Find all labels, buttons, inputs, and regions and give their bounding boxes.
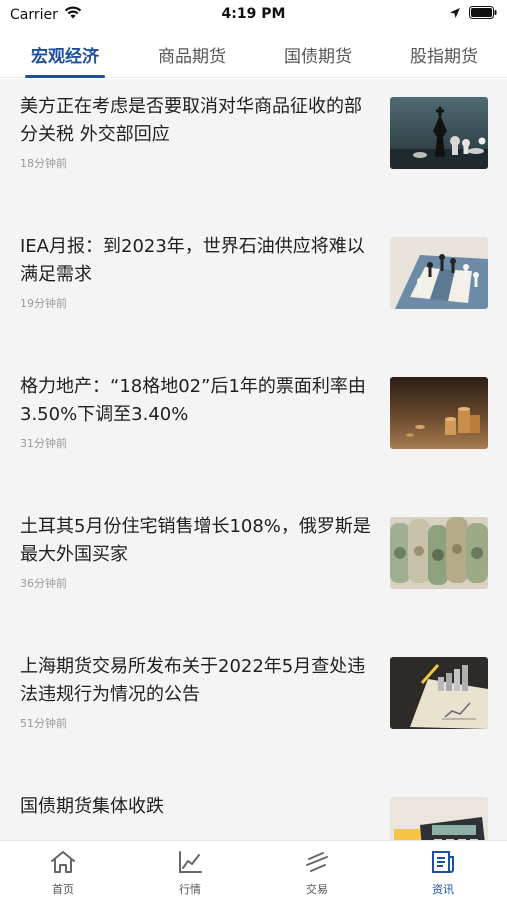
home-icon — [0, 847, 126, 877]
status-bar: Carrier 4:19 PM — [0, 0, 507, 28]
chess-king-pieces-image — [390, 97, 488, 169]
news-item[interactable]: 美方正在考虑是否要取消对华商品征收的部分关税 外交部回应 18分钟前 — [0, 79, 507, 219]
news-time: 51分钟前 — [20, 717, 67, 730]
news-title: 上海期货交易所发布关于2022年5月查处违法违规行为情况的公告 — [20, 656, 366, 705]
tab-treasury-futures[interactable]: 国债期货 — [263, 42, 373, 67]
location-arrow-icon — [449, 7, 461, 23]
nav-label: 行情 — [179, 883, 201, 896]
notebook-coins-image — [390, 657, 488, 729]
trade-icon — [254, 847, 380, 877]
news-thumbnail — [390, 97, 488, 169]
news-item[interactable]: 格力地产：“18格地02”后1年的票面利率由3.50%下调至3.40% 31分钟… — [0, 359, 507, 499]
news-item[interactable]: 土耳其5月份住宅销售增长108%，俄罗斯是最大外国买家 36分钟前 — [0, 499, 507, 639]
rolled-banknotes-image — [390, 517, 488, 589]
nav-trade[interactable]: 交易 — [254, 847, 380, 897]
news-time: 18分钟前 — [20, 157, 67, 170]
news-time: 31分钟前 — [20, 437, 67, 450]
chess-board-image — [390, 237, 488, 309]
news-time: 36分钟前 — [20, 577, 67, 590]
chart-line-icon — [127, 847, 253, 877]
news-title: 国债期货集体收跌 — [20, 796, 164, 817]
tab-macro-economy[interactable]: 宏观经济 — [10, 42, 120, 67]
clock: 4:19 PM — [221, 6, 286, 22]
nav-news[interactable]: 资讯 — [380, 847, 506, 897]
news-thumbnail — [390, 377, 488, 449]
news-thumbnail — [390, 517, 488, 589]
news-icon — [380, 847, 506, 877]
coin-stacks-image — [390, 377, 488, 449]
news-title: 土耳其5月份住宅销售增长108%，俄罗斯是最大外国买家 — [20, 516, 371, 565]
tab-index-futures[interactable]: 股指期货 — [389, 42, 499, 67]
nav-label: 首页 — [52, 883, 74, 896]
news-item[interactable]: IEA月报：到2023年，世界石油供应将难以满足需求 19分钟前 — [0, 219, 507, 359]
calculator-image — [390, 797, 488, 840]
news-list[interactable]: 美方正在考虑是否要取消对华商品征收的部分关税 外交部回应 18分钟前 IEA月报… — [0, 79, 507, 840]
news-title: IEA月报：到2023年，世界石油供应将难以满足需求 — [20, 236, 365, 285]
nav-home[interactable]: 首页 — [0, 847, 126, 897]
category-tabs: 宏观经济 商品期货 国债期货 股指期货 — [0, 28, 507, 78]
nav-market[interactable]: 行情 — [127, 847, 253, 897]
news-thumbnail — [390, 657, 488, 729]
battery-icon — [469, 6, 497, 23]
news-title: 美方正在考虑是否要取消对华商品征收的部分关税 外交部回应 — [20, 96, 362, 145]
active-tab-indicator — [25, 75, 105, 78]
news-title: 格力地产：“18格地02”后1年的票面利率由3.50%下调至3.40% — [20, 376, 366, 425]
status-right — [449, 6, 497, 23]
news-item[interactable]: 上海期货交易所发布关于2022年5月查处违法违规行为情况的公告 51分钟前 — [0, 639, 507, 779]
bottom-tab-bar: 首页 行情 交易 资讯 — [0, 840, 507, 900]
news-thumbnail — [390, 797, 488, 840]
nav-label: 资讯 — [432, 883, 454, 896]
tab-commodity-futures[interactable]: 商品期货 — [137, 42, 247, 67]
news-thumbnail — [390, 237, 488, 309]
news-time: 19分钟前 — [20, 297, 67, 310]
news-item[interactable]: 国债期货集体收跌 — [0, 779, 507, 840]
nav-label: 交易 — [306, 883, 328, 896]
